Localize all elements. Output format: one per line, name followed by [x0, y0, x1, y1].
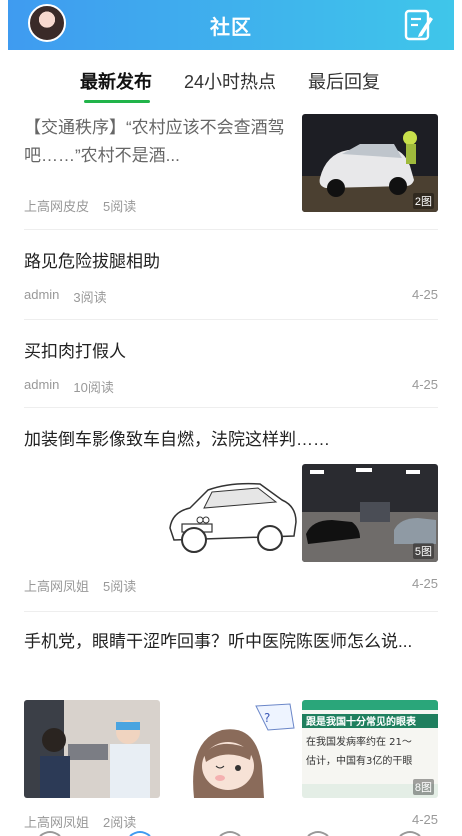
tab-last-reply[interactable]: 最后回复	[308, 68, 380, 94]
post-list: 【交通秩序】“农村应该不会查酒驾吧……”农村不是酒... 上高网皮皮 5阅读 2…	[24, 108, 438, 836]
post-thumbnail[interactable]: ?	[164, 700, 300, 798]
post-thumbnail[interactable]: 5图	[302, 464, 438, 562]
avatar[interactable]	[28, 4, 66, 42]
cartoon-girl-image: ?	[164, 700, 300, 798]
post-item[interactable]: 加装倒车影像致车自燃，法院这样判…… 5图 上高网凤姐 5阅读 4-25	[24, 408, 438, 612]
nav-home-icon[interactable]	[39, 831, 61, 836]
post-meta: 上高网凤姐 5阅读	[24, 576, 136, 595]
car-sketch-image	[164, 464, 300, 562]
post-author: admin	[24, 287, 60, 302]
post-thumbnail[interactable]	[24, 700, 160, 798]
post-meta: admin 3阅读	[24, 287, 107, 306]
post-thumbnail[interactable]	[164, 464, 300, 562]
image-count-badge: 8图	[412, 779, 434, 795]
post-reads: 5阅读	[103, 579, 137, 594]
post-title: 买扣肉打假人	[24, 342, 126, 361]
bottom-tab-bar	[39, 831, 421, 836]
post-author: 上高网皮皮	[24, 199, 90, 214]
post-meta: 上高网皮皮 5阅读	[24, 196, 136, 215]
tab-bar: 最新发布 24小时热点 最后回复	[0, 56, 462, 106]
post-meta: admin 10阅读	[24, 377, 114, 396]
nav-profile-icon[interactable]	[399, 831, 421, 836]
post-thumbnail[interactable]: 跟是我国十分常见的眼表 在我国发病率约在 21～ 估计，中国有3亿的干眼 8图	[302, 700, 438, 798]
post-title: 加装倒车影像致车自燃，法院这样判……	[24, 430, 330, 449]
post-reads: 3阅读	[73, 290, 107, 305]
post-author: admin	[24, 377, 60, 392]
post-title: 手机党，眼睛干涩咋回事？听中医院陈医师怎么说...	[24, 632, 413, 651]
post-author: 上高网凤姐	[24, 579, 90, 594]
svg-text:?: ?	[264, 711, 270, 725]
post-thumbnail[interactable]: 2图	[302, 114, 438, 212]
post-item[interactable]: 买扣肉打假人 admin 10阅读 4-25	[24, 320, 438, 408]
nav-message-icon[interactable]	[219, 831, 241, 836]
post-title: 【交通秩序】“农村应该不会查酒驾吧……”农村不是酒...	[24, 118, 285, 165]
post-item[interactable]: 【交通秩序】“农村应该不会查酒驾吧……”农村不是酒... 上高网皮皮 5阅读 2…	[24, 108, 438, 230]
post-reads: 5阅读	[103, 199, 137, 214]
poster-line-3: 估计，中国有3亿的干眼	[306, 754, 412, 767]
app-header: 社区	[8, 0, 454, 50]
post-item[interactable]: 手机党，眼睛干涩咋回事？听中医院陈医师怎么说... ? 跟是我国十分常见的眼表 …	[24, 612, 438, 836]
tab-hot-24h[interactable]: 24小时热点	[184, 68, 276, 94]
post-date: 4-25	[411, 377, 438, 392]
post-item[interactable]: 路见危险拔腿相助 admin 3阅读 4-25	[24, 230, 438, 320]
poster-line-2: 在我国发病率约在 21～	[306, 735, 412, 748]
tab-active-indicator	[84, 100, 150, 103]
post-reads: 10阅读	[73, 380, 114, 395]
poster-line-1: 跟是我国十分常见的眼表	[306, 715, 417, 728]
nav-community-icon[interactable]	[129, 831, 151, 836]
page-title: 社区	[210, 16, 252, 39]
tab-latest[interactable]: 最新发布	[80, 68, 152, 94]
post-date: 4-25	[411, 576, 438, 591]
compose-icon[interactable]	[404, 8, 434, 42]
image-count-badge: 5图	[412, 543, 434, 559]
post-date: 4-25	[411, 812, 438, 827]
image-count-badge: 2图	[412, 193, 434, 209]
nav-discover-icon[interactable]	[307, 831, 329, 836]
post-date: 4-25	[411, 287, 438, 302]
post-title: 路见危险拔腿相助	[24, 252, 160, 271]
eye-exam-image	[24, 700, 160, 798]
